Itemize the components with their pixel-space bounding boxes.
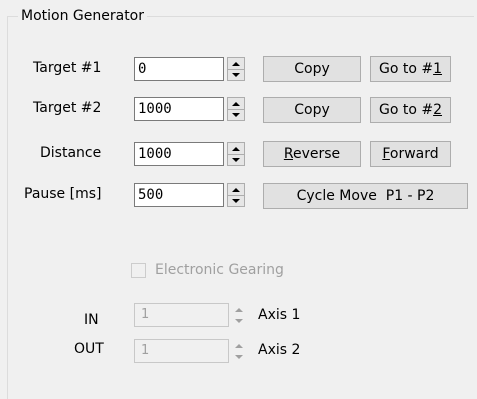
target2-input[interactable]: 1000 bbox=[134, 97, 224, 121]
distance-spin-down-button[interactable] bbox=[228, 154, 244, 165]
distance-spinner[interactable] bbox=[227, 142, 245, 166]
target1-input[interactable]: 0 bbox=[134, 57, 224, 81]
target2-spinner[interactable] bbox=[227, 97, 245, 121]
triangle-down-icon bbox=[232, 72, 240, 77]
triangle-down-icon bbox=[235, 354, 243, 359]
triangle-down-icon bbox=[232, 198, 240, 203]
in-spin-down-button[interactable] bbox=[231, 315, 247, 326]
triangle-down-icon bbox=[235, 318, 243, 323]
in-label: IN bbox=[84, 312, 99, 328]
triangle-down-icon bbox=[232, 157, 240, 162]
motion-generator-panel: Motion Generator Target #1 0 Copy Go to … bbox=[0, 0, 477, 399]
target1-spinner[interactable] bbox=[227, 57, 245, 81]
out-spin-up-button[interactable] bbox=[231, 340, 247, 351]
pause-ms-spinner[interactable] bbox=[227, 183, 245, 207]
target1-label: Target #1 bbox=[33, 60, 102, 76]
in-spin-up-button[interactable] bbox=[231, 304, 247, 315]
pause-ms-input[interactable]: 500 bbox=[134, 183, 224, 207]
triangle-up-icon bbox=[235, 343, 243, 348]
out-axis-label: Axis 2 bbox=[258, 342, 301, 358]
triangle-up-icon bbox=[235, 307, 243, 312]
go-to-target1-button[interactable]: Go to #1 bbox=[370, 56, 451, 82]
target1-spin-down-button[interactable] bbox=[228, 69, 244, 80]
electronic-gearing-label: Electronic Gearing bbox=[155, 262, 284, 278]
in-input[interactable]: 1 bbox=[134, 303, 229, 327]
target2-label: Target #2 bbox=[33, 100, 102, 116]
group-title: Motion Generator bbox=[18, 7, 148, 25]
triangle-up-icon bbox=[232, 101, 240, 106]
triangle-up-icon bbox=[232, 146, 240, 151]
target2-copy-button[interactable]: Copy bbox=[263, 97, 361, 123]
cycle-move-button[interactable]: Cycle Move P1 - P2 bbox=[263, 183, 468, 209]
pause-ms-label: Pause [ms] bbox=[24, 186, 102, 202]
triangle-up-icon bbox=[232, 61, 240, 66]
out-label: OUT bbox=[74, 341, 104, 357]
electronic-gearing-checkbox-row[interactable]: Electronic Gearing bbox=[131, 262, 284, 278]
electronic-gearing-checkbox[interactable] bbox=[131, 262, 146, 278]
target1-copy-button[interactable]: Copy bbox=[263, 56, 361, 82]
in-axis-label: Axis 1 bbox=[258, 307, 301, 323]
triangle-up-icon bbox=[232, 187, 240, 192]
go-to-target2-button[interactable]: Go to #2 bbox=[370, 97, 451, 123]
out-spin-down-button[interactable] bbox=[231, 351, 247, 362]
distance-input[interactable]: 1000 bbox=[134, 142, 224, 166]
out-spinner[interactable] bbox=[230, 339, 248, 363]
forward-button[interactable]: Forward bbox=[370, 141, 451, 167]
out-input[interactable]: 1 bbox=[134, 339, 229, 363]
in-spinner[interactable] bbox=[230, 303, 248, 327]
pause-ms-spin-down-button[interactable] bbox=[228, 195, 244, 206]
distance-label: Distance bbox=[40, 145, 102, 161]
triangle-down-icon bbox=[232, 112, 240, 117]
target2-spin-down-button[interactable] bbox=[228, 109, 244, 120]
reverse-button[interactable]: Reverse bbox=[263, 141, 361, 167]
